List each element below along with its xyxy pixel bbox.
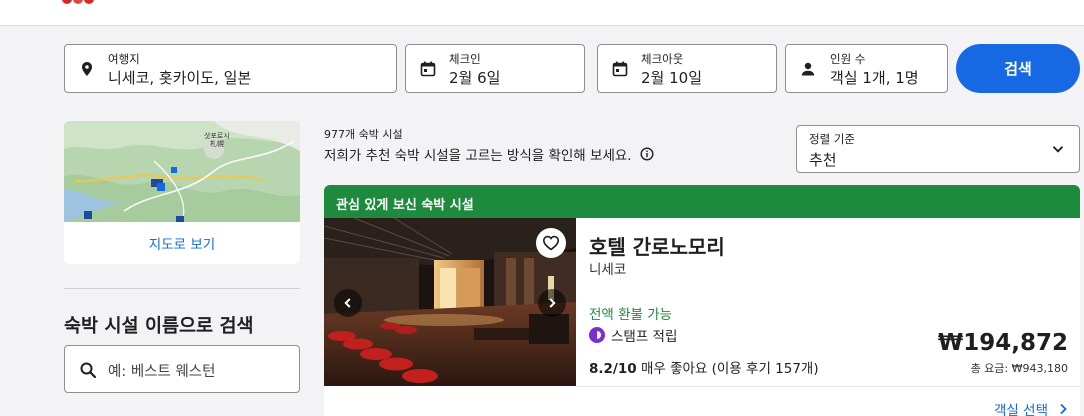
- previous-photo-button[interactable]: [334, 289, 362, 317]
- map-graphic: 삿포로시 札幌: [64, 121, 300, 222]
- property-name-placeholder: 예: 베스트 웨스턴: [108, 364, 216, 380]
- nightly-price: ₩194,872: [937, 330, 1068, 356]
- property-photo[interactable]: [324, 218, 576, 386]
- stamp-text: 스탬프 적립: [611, 329, 678, 345]
- map-thumbnail[interactable]: 삿포로시 札幌: [64, 121, 300, 222]
- how-we-recommend-text: 저희가 추천 숙박 시설을 고르는 방식을 확인해 보세요.: [324, 148, 632, 164]
- rating-text: 매우 좋아요 (이용 후기 157개): [640, 361, 819, 377]
- checkin-field[interactable]: 체크인 2월 6일: [405, 44, 585, 93]
- checkout-value: 2월 10일: [641, 69, 702, 87]
- property-location: 니세코: [589, 262, 627, 278]
- card-divider: [576, 386, 1080, 387]
- refund-policy: 전액 환불 가능: [589, 307, 673, 323]
- brand-logo[interactable]: [62, 0, 96, 6]
- guests-field[interactable]: 인원 수 객실 1개, 1명: [785, 44, 948, 93]
- select-room-link[interactable]: 객실 선택: [994, 399, 1068, 416]
- destination-value: 니세코, 홋카이도, 일본: [108, 69, 252, 87]
- recently-viewed-banner: 관심 있게 보신 숙박 시설: [324, 185, 1080, 218]
- destination-field[interactable]: 여행지 니세코, 홋카이도, 일본: [64, 44, 397, 93]
- chevron-right-icon: [549, 298, 556, 308]
- checkout-label: 체크아웃: [641, 52, 684, 66]
- save-to-favorites-button[interactable]: [536, 228, 566, 258]
- how-we-recommend[interactable]: 저희가 추천 숙박 시설을 고르는 방식을 확인해 보세요.: [324, 144, 654, 164]
- chevron-left-icon: [344, 298, 351, 308]
- name-search-title: 숙박 시설 이름으로 검색: [64, 316, 254, 337]
- map-city-label-ja: 札幌: [210, 139, 224, 148]
- stamp-icon: [589, 327, 605, 343]
- person-icon: [801, 62, 815, 76]
- sidebar-divider: [64, 288, 300, 289]
- sort-label: 정렬 기준: [809, 132, 855, 146]
- chevron-down-icon: [1052, 146, 1064, 153]
- property-name[interactable]: 호텔 간로노모리: [589, 231, 725, 260]
- destination-label: 여행지: [108, 52, 140, 66]
- view-map-link[interactable]: 지도로 보기: [64, 222, 300, 264]
- result-count: 977개 숙박 시설: [324, 128, 403, 141]
- search-icon: [80, 362, 97, 379]
- info-icon[interactable]: [640, 147, 654, 161]
- guests-value: 객실 1개, 1명: [830, 69, 919, 87]
- total-price: 총 요금: ₩943,180: [970, 362, 1068, 375]
- search-button[interactable]: 검색: [956, 44, 1080, 93]
- map-card[interactable]: 삿포로시 札幌 지도로 보기: [64, 121, 300, 264]
- stamp-reward: 스탬프 적립: [589, 325, 677, 345]
- rating-score: 8.2/10: [589, 361, 637, 377]
- sort-value: 추천: [809, 151, 837, 169]
- calendar-icon: [420, 61, 436, 77]
- select-room-text: 객실 선택: [994, 403, 1048, 416]
- sort-select[interactable]: 정렬 기준 추천: [796, 125, 1080, 173]
- checkout-field[interactable]: 체크아웃 2월 10일: [597, 44, 777, 93]
- guests-label: 인원 수: [830, 52, 866, 66]
- property-name-search-input[interactable]: 예: 베스트 웨스턴: [64, 345, 300, 393]
- heart-icon: [542, 235, 560, 251]
- chevron-right-icon: [1060, 403, 1067, 415]
- location-pin-icon: [82, 62, 92, 76]
- checkin-value: 2월 6일: [449, 69, 501, 87]
- property-card[interactable]: 관심 있게 보신 숙박 시설 호텔 간로노모리 니세코 전액 환불 가능 스탬프…: [324, 185, 1080, 416]
- top-navigation-bar: [0, 0, 1084, 26]
- guest-rating: 8.2/10 매우 좋아요 (이용 후기 157개): [589, 357, 819, 377]
- calendar-icon: [612, 61, 628, 77]
- next-photo-button[interactable]: [538, 289, 566, 317]
- map-city-label-ko: 삿포로시: [204, 131, 230, 140]
- checkin-label: 체크인: [449, 52, 481, 66]
